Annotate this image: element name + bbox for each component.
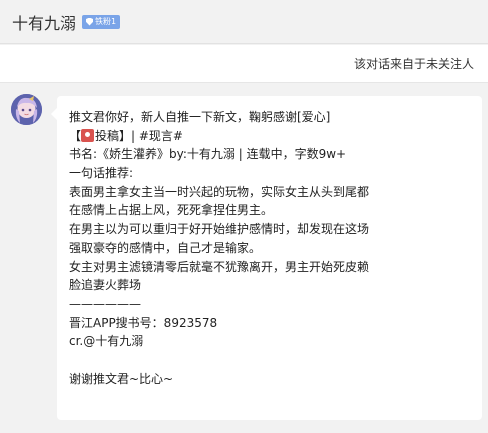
- fan-badge-label: 铁粉1: [95, 17, 117, 26]
- message-line: 谢谢推文君~比心~: [69, 371, 174, 386]
- message-line: 书名:《娇生灌养》by:十有九溺 | 连载中，字数9w+: [69, 147, 347, 162]
- author-mention[interactable]: cr.@十有九溺: [69, 332, 482, 351]
- message-line: 表面男主拿女主当一时兴起的玩物，实际女主从头到尾都: [69, 184, 370, 199]
- message-line: 脸追妻火葬场: [69, 278, 142, 293]
- message-line: 女主对男主滤镜清零后就毫不犹豫离开，男主开始死皮赖: [69, 259, 370, 274]
- message-line: 推文君你好，新人自推一下新文，鞠躬感谢[爱心]: [69, 110, 331, 124]
- fan-badge: 铁粉1: [82, 14, 121, 29]
- bracket-text: 【: [69, 128, 82, 143]
- pushpin-icon: [81, 128, 95, 142]
- message-line: 在男主以为可以重归于好开始维护感情时，却发现在这场: [69, 222, 370, 237]
- message-bubble[interactable]: 推文君你好，新人自推一下新文，鞠躬感谢[爱心] 【投稿】| #现言# 书名:《娇…: [51, 96, 482, 420]
- divider-line: ——————: [69, 296, 141, 311]
- stranger-notice-text: 该对话来自于未关注人: [353, 57, 474, 71]
- message-line: 一句话推荐:: [69, 166, 134, 181]
- chat-header: 十有九溺 铁粉1: [0, 0, 488, 44]
- shield-icon: [86, 17, 94, 26]
- submission-tag-text: 投稿】| #现言#: [95, 128, 183, 143]
- message-line: 在感情上占据上风，死死拿捏住男主。: [69, 203, 274, 218]
- stranger-notice: 该对话来自于未关注人: [0, 45, 488, 83]
- message-line-submission: 【投稿】| #现言#: [69, 127, 482, 146]
- contact-name[interactable]: 十有九溺: [12, 10, 76, 34]
- anime-girl-avatar-icon: [11, 94, 42, 125]
- message-line: 强取豪夺的感情中，自己才是输家。: [69, 240, 262, 255]
- message-line: 晋江APP搜书号：8923578: [69, 315, 218, 330]
- avatar[interactable]: [11, 94, 42, 125]
